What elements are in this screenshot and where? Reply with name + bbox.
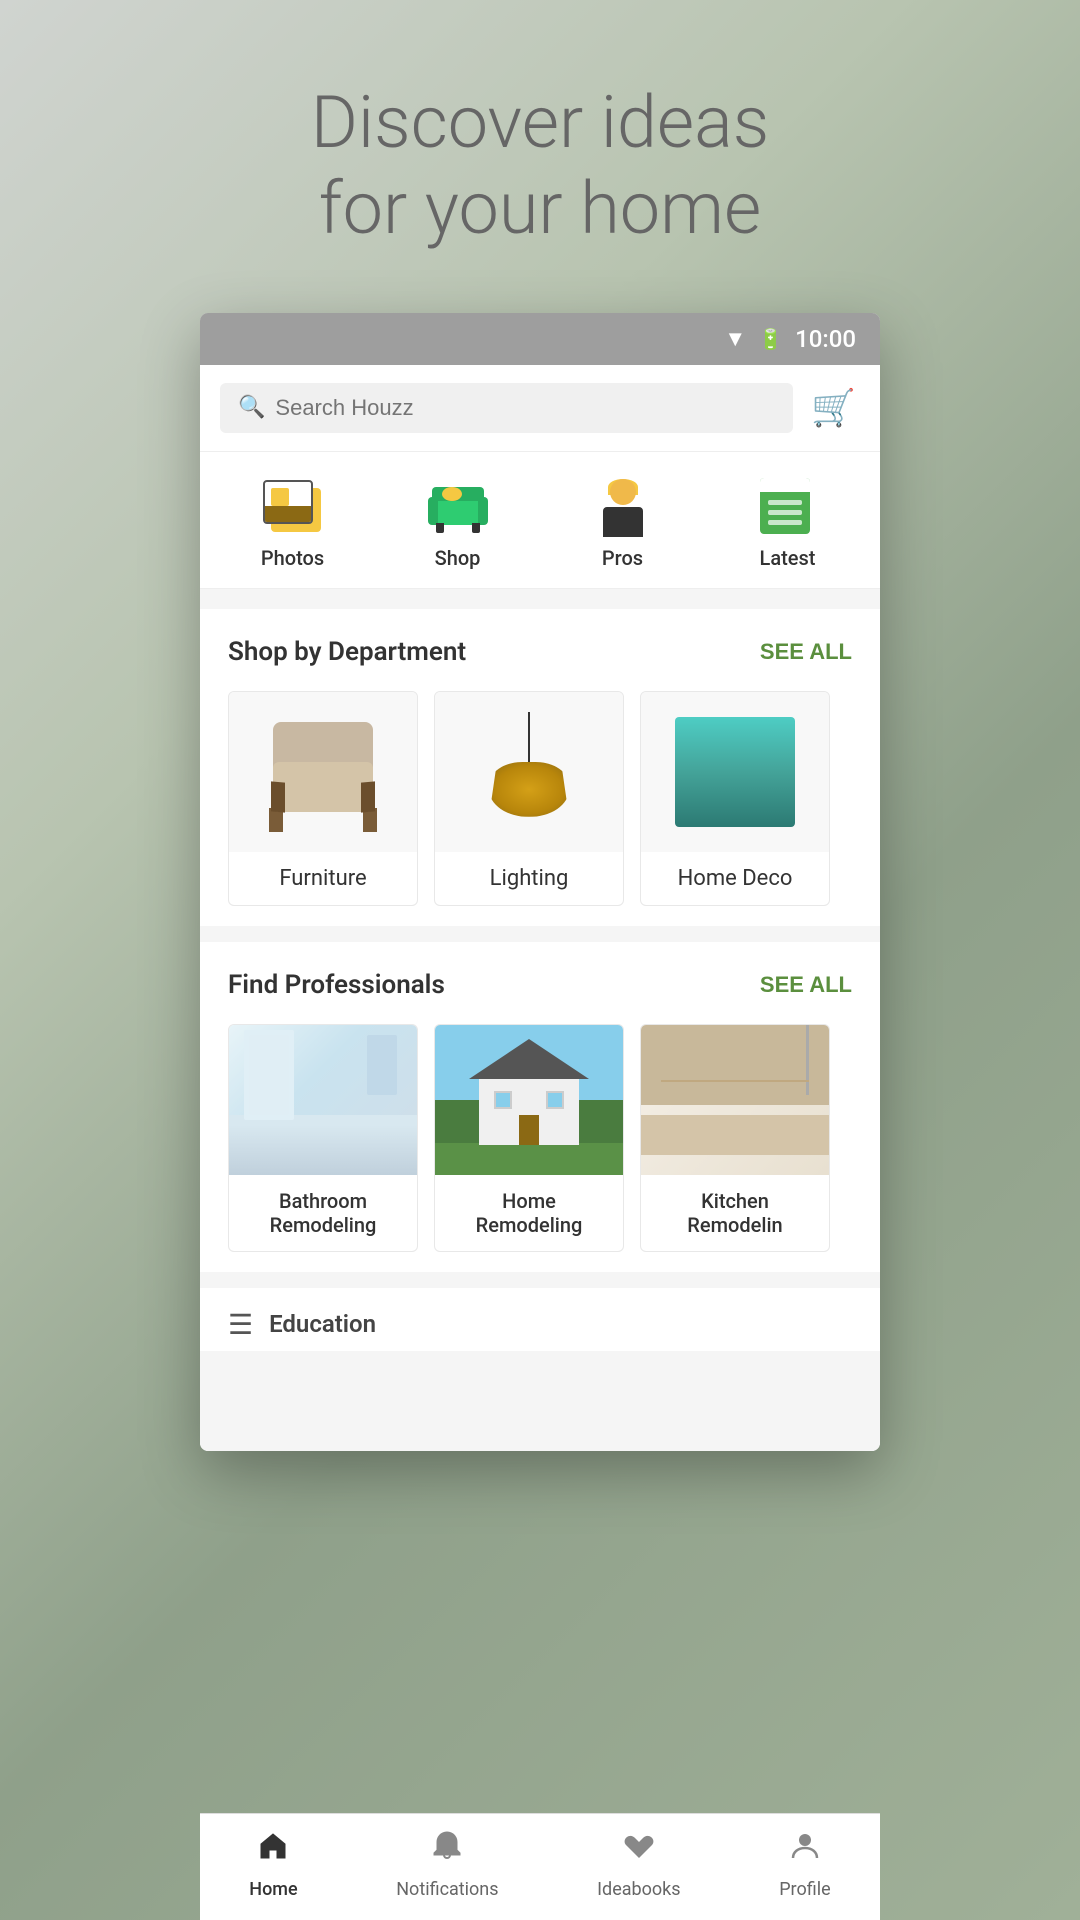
hero-title: Discover ideas for your home	[60, 80, 1020, 253]
shop-section-header: Shop by Department SEE ALL	[228, 637, 852, 667]
latest-icon	[753, 478, 823, 538]
photos-icon	[258, 478, 328, 538]
pro-card-home-remodeling[interactable]: Home Remodeling	[434, 1024, 624, 1252]
nav-item-latest[interactable]: Latest	[733, 470, 843, 578]
home-deco-illustration	[675, 717, 795, 827]
shop-section-title: Shop by Department	[228, 637, 466, 667]
pros-section-title: Find Professionals	[228, 970, 445, 1000]
education-icon: ☰	[228, 1308, 253, 1341]
search-input-wrap[interactable]: 🔍	[220, 383, 793, 433]
status-time: 10:00	[795, 325, 856, 353]
shop-card-furniture[interactable]: Furniture	[228, 691, 418, 906]
furniture-label: Furniture	[229, 852, 417, 905]
shop-icon	[423, 478, 493, 538]
nav-label-photos: Photos	[261, 546, 324, 570]
battery-icon: 🔋	[758, 327, 783, 351]
pros-section-header: Find Professionals SEE ALL	[228, 970, 852, 1000]
education-label: Education	[269, 1310, 376, 1338]
search-input[interactable]	[275, 395, 775, 421]
home-deco-image	[641, 692, 829, 852]
pros-section: Find Professionals SEE ALL BathroomRemod…	[200, 942, 880, 1272]
nav-item-photos[interactable]: Photos	[238, 470, 348, 578]
status-bar: ▼ 🔋 10:00	[200, 313, 880, 365]
lighting-label: Lighting	[435, 852, 623, 905]
home-deco-label: Home Deco	[641, 852, 829, 905]
nav-label-shop: Shop	[435, 546, 481, 570]
search-bar: 🔍 🛒	[200, 365, 880, 452]
hero-line2: for your home	[319, 166, 761, 251]
bathroom-image	[229, 1025, 417, 1175]
furniture-image	[229, 692, 417, 852]
shop-section: Shop by Department SEE ALL	[200, 609, 880, 926]
nav-item-shop[interactable]: Shop	[403, 470, 513, 578]
shop-cards-row: Furniture Lighting	[228, 691, 852, 906]
shop-card-lighting[interactable]: Lighting	[434, 691, 624, 906]
lighting-illustration	[479, 712, 579, 842]
nav-item-pros[interactable]: Pros	[568, 470, 678, 578]
cart-button[interactable]: 🛒	[807, 383, 860, 433]
shop-card-home-deco[interactable]: Home Deco	[640, 691, 830, 906]
lighting-image	[435, 692, 623, 852]
hero-section: Discover ideas for your home	[0, 0, 1080, 313]
nav-label-pros: Pros	[602, 546, 643, 570]
pros-see-all-button[interactable]: SEE ALL	[760, 972, 852, 998]
shop-see-all-button[interactable]: SEE ALL	[760, 639, 852, 665]
pro-card-kitchen[interactable]: KitchenRemodelin	[640, 1024, 830, 1252]
bathroom-label: BathroomRemodeling	[229, 1175, 417, 1251]
home-remodeling-label: Home Remodeling	[435, 1175, 623, 1251]
kitchen-label: KitchenRemodelin	[641, 1175, 829, 1251]
house-image	[435, 1025, 623, 1175]
hero-line1: Discover ideas	[311, 80, 770, 165]
pro-cards-row: BathroomRemodeling Home Remodeling	[228, 1024, 852, 1252]
kitchen-image	[641, 1025, 829, 1175]
education-section-partial: ☰ Education	[200, 1288, 880, 1351]
nav-label-latest: Latest	[760, 546, 816, 570]
furniture-illustration	[253, 712, 393, 832]
main-navigation: Photos Shop	[200, 452, 880, 589]
wifi-icon: ▼	[724, 326, 746, 352]
content-area: Shop by Department SEE ALL	[200, 589, 880, 1451]
pro-card-bathroom[interactable]: BathroomRemodeling	[228, 1024, 418, 1252]
pros-icon	[588, 478, 658, 538]
phone-frame: ▼ 🔋 10:00 🔍 🛒 Photos	[200, 313, 880, 1451]
search-icon: 🔍	[238, 395, 265, 420]
